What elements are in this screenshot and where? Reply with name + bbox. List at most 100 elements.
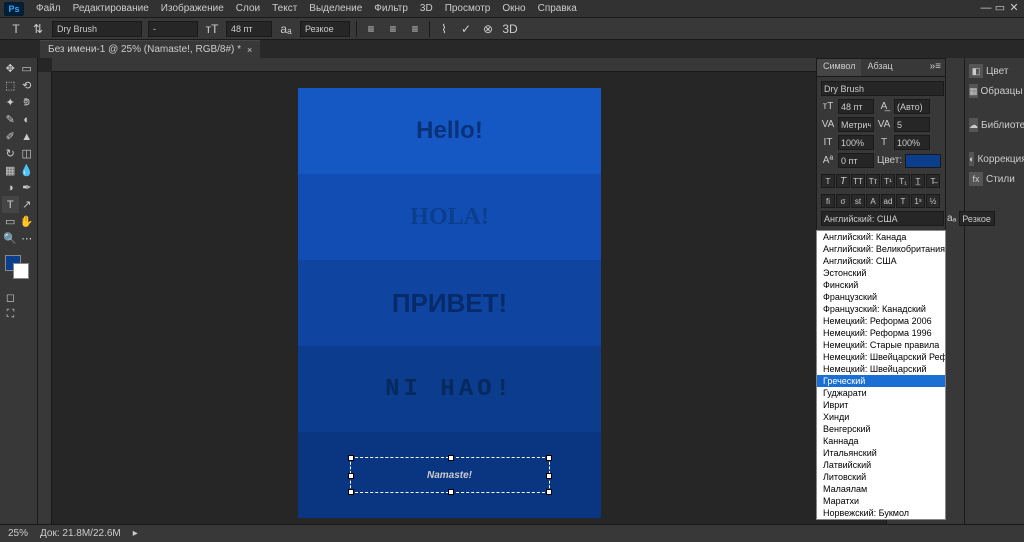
warp-text-icon[interactable]: ⌇ xyxy=(436,21,452,37)
marquee-tool[interactable]: ⬚ xyxy=(2,77,19,94)
subscript-button[interactable]: T₁ xyxy=(896,174,910,188)
lasso-tool[interactable]: ⟲ xyxy=(19,77,36,94)
heal-tool[interactable]: ◐ xyxy=(19,111,36,128)
paragraph-tab[interactable]: Абзац xyxy=(861,59,898,76)
language-option[interactable]: Итальянский xyxy=(817,447,945,459)
menu-help[interactable]: Справка xyxy=(532,3,583,14)
more-tools[interactable]: ⋯ xyxy=(19,230,36,247)
language-option[interactable]: Английский: США xyxy=(817,255,945,267)
language-option[interactable]: Маратхи xyxy=(817,495,945,507)
menu-view[interactable]: Просмотр xyxy=(439,3,497,14)
transform-box[interactable] xyxy=(350,457,550,493)
cp-text-color[interactable] xyxy=(905,154,941,168)
text-tool[interactable]: T xyxy=(2,196,19,213)
ot-fi[interactable]: fi xyxy=(821,194,835,208)
allcaps-button[interactable]: TT xyxy=(851,174,865,188)
quickmask-tool[interactable]: ◻ xyxy=(2,289,19,306)
language-option[interactable]: Греческий xyxy=(817,375,945,387)
menu-file[interactable]: Файл xyxy=(30,3,67,14)
cp-font-family[interactable] xyxy=(821,81,944,96)
ot-1st[interactable]: 1ˢ xyxy=(911,194,925,208)
eraser-tool[interactable]: ◫ xyxy=(19,145,36,162)
brush-tool[interactable]: ✐ xyxy=(2,128,19,145)
background-color[interactable] xyxy=(13,263,29,279)
styles-panel-button[interactable]: fxСтили xyxy=(969,172,1020,186)
language-option[interactable]: Немецкий: Реформа 1996 xyxy=(817,327,945,339)
ot-ad[interactable]: ad xyxy=(881,194,895,208)
cp-kerning[interactable] xyxy=(838,117,874,132)
orientation-icon[interactable]: ⇅ xyxy=(30,21,46,37)
close-button[interactable]: ✕ xyxy=(1008,3,1020,15)
language-option[interactable]: Норвежский: Букмол xyxy=(817,507,945,519)
language-dropdown[interactable]: Английский: КанадаАнглийский: Великобрит… xyxy=(816,230,946,520)
language-option[interactable]: Финский xyxy=(817,279,945,291)
status-arrow-icon[interactable]: ▸ xyxy=(133,528,138,539)
bold-button[interactable]: T xyxy=(821,174,835,188)
language-option[interactable]: Латвийский xyxy=(817,459,945,471)
language-option[interactable]: Эстонский xyxy=(817,267,945,279)
align-left-icon[interactable]: ≡ xyxy=(363,21,379,37)
stripe-namaste[interactable]: Namaste! xyxy=(298,432,601,518)
language-option[interactable]: Немецкий: Реформа 2006 xyxy=(817,315,945,327)
doc-size[interactable]: Док: 21.8M/22.6M xyxy=(40,528,121,539)
align-right-icon[interactable]: ≡ xyxy=(407,21,423,37)
color-panel-button[interactable]: ◧Цвет xyxy=(969,64,1020,78)
dodge-tool[interactable]: ◑ xyxy=(2,179,19,196)
gradient-tool[interactable]: ▦ xyxy=(2,162,19,179)
path-tool[interactable]: ↗ xyxy=(19,196,36,213)
language-option[interactable]: Литовский xyxy=(817,471,945,483)
artboard-tool[interactable]: ▭ xyxy=(19,60,36,77)
history-tool[interactable]: ↻ xyxy=(2,145,19,162)
adjustments-panel-button[interactable]: ◐Коррекция xyxy=(969,152,1020,166)
zoom-level[interactable]: 25% xyxy=(8,528,28,539)
cp-language-select[interactable] xyxy=(821,211,944,226)
hand-tool[interactable]: ✋ xyxy=(19,213,36,230)
language-option[interactable]: Французский xyxy=(817,291,945,303)
zoom-tool[interactable]: 🔍 xyxy=(2,230,19,247)
pen-tool[interactable]: ✒ xyxy=(19,179,36,196)
language-option[interactable]: Малаялам xyxy=(817,483,945,495)
font-family-select[interactable]: Dry Brush xyxy=(52,21,142,37)
3d-icon[interactable]: 3D xyxy=(502,21,518,37)
menu-text[interactable]: Текст xyxy=(266,3,303,14)
underline-button[interactable]: T̲ xyxy=(911,174,925,188)
commit-icon[interactable]: ✓ xyxy=(458,21,474,37)
font-size-select[interactable]: 48 пт xyxy=(226,21,272,37)
antialias-select[interactable]: Резкое xyxy=(300,21,350,37)
language-option[interactable]: Каннада xyxy=(817,435,945,447)
move-tool[interactable]: ✥ xyxy=(2,60,19,77)
maximize-button[interactable]: ▭ xyxy=(994,3,1006,15)
menu-edit[interactable]: Редактирование xyxy=(67,3,155,14)
minimize-button[interactable]: — xyxy=(980,3,992,15)
language-option[interactable]: Гуджарати xyxy=(817,387,945,399)
canvas-area[interactable]: Hello! HOLA! ПРИВЕТ! NI HAO! Namaste! xyxy=(38,58,886,524)
stamp-tool[interactable]: ▲ xyxy=(19,128,36,145)
swatches-panel-button[interactable]: ▦Образцы xyxy=(969,84,1020,98)
language-option[interactable]: Немецкий: Старые правила xyxy=(817,339,945,351)
strike-button[interactable]: T̶ xyxy=(926,174,940,188)
ot-st[interactable]: st xyxy=(851,194,865,208)
cp-hscale[interactable] xyxy=(894,135,930,150)
color-swatches[interactable] xyxy=(2,255,35,285)
close-tab-icon[interactable]: × xyxy=(247,45,252,55)
cp-tracking[interactable] xyxy=(894,117,930,132)
menu-image[interactable]: Изображение xyxy=(155,3,230,14)
language-option[interactable]: Венгерский xyxy=(817,423,945,435)
screenmode-tool[interactable]: ⛶ xyxy=(2,306,19,323)
ot-A[interactable]: A xyxy=(866,194,880,208)
menu-filter[interactable]: Фильтр xyxy=(368,3,414,14)
eyedropper-tool[interactable]: ✎ xyxy=(2,111,19,128)
menu-layers[interactable]: Слои xyxy=(230,3,266,14)
crop-tool[interactable]: ⟄ xyxy=(19,94,36,111)
cancel-icon[interactable]: ⊗ xyxy=(480,21,496,37)
ot-o[interactable]: σ xyxy=(836,194,850,208)
cp-leading[interactable] xyxy=(894,99,930,114)
language-option[interactable]: Немецкий: Швейцарский Реформа 2006 xyxy=(817,351,945,363)
menu-3d[interactable]: 3D xyxy=(414,3,439,14)
language-option[interactable]: Норвежский: Нюнорск (лансмол, новонорвеж… xyxy=(817,519,945,520)
document-tab[interactable]: Без имени-1 @ 25% (Namaste!, RGB/8#) * × xyxy=(40,40,260,58)
ot-T[interactable]: T xyxy=(896,194,910,208)
menu-window[interactable]: Окно xyxy=(496,3,531,14)
menu-select[interactable]: Выделение xyxy=(303,3,368,14)
shape-tool[interactable]: ▭ xyxy=(2,213,19,230)
